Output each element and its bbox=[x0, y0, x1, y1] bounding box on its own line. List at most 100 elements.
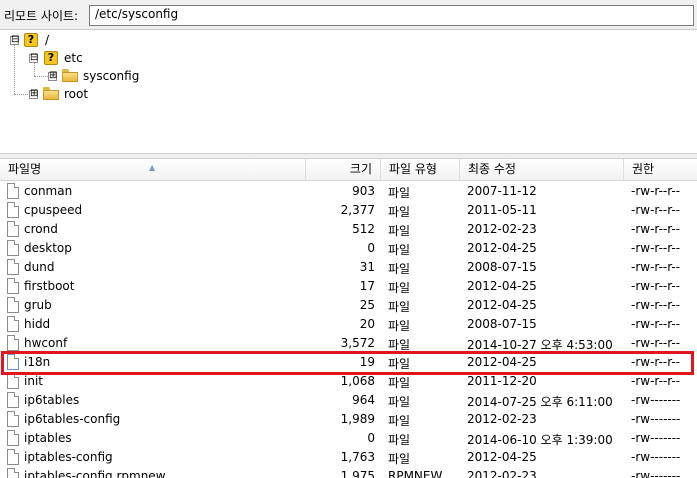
file-type: 파일 bbox=[388, 414, 411, 428]
file-permissions: -rw-r--r-- bbox=[631, 241, 681, 255]
file-modified: 2012-02-23 bbox=[467, 222, 537, 236]
file-permissions: -rw------- bbox=[631, 393, 681, 407]
tree-node-label: etc bbox=[64, 51, 83, 65]
file-permissions: -rw-r--r-- bbox=[631, 203, 681, 217]
collapse-icon[interactable]: ⊟ bbox=[10, 35, 19, 45]
file-row[interactable]: hidd 20 파일 2008-07-15 -rw-r--r-- bbox=[0, 315, 697, 334]
file-name: desktop bbox=[24, 241, 72, 255]
file-size: 3,572 bbox=[340, 336, 375, 350]
remote-path-input[interactable]: /etc/sysconfig bbox=[89, 5, 694, 26]
file-list-header: 파일명 ▲ 크기 파일 유형 최종 수정 권한 bbox=[0, 159, 697, 181]
file-size: 25 bbox=[359, 298, 375, 312]
collapse-icon[interactable]: ⊟ bbox=[29, 53, 38, 63]
file-icon bbox=[7, 202, 19, 218]
column-header-name[interactable]: 파일명 ▲ bbox=[0, 159, 306, 180]
file-size: 903 bbox=[352, 184, 375, 198]
file-row[interactable]: dund 31 파일 2008-07-15 -rw-r--r-- bbox=[0, 258, 697, 277]
file-permissions: -rw-r--r-- bbox=[631, 222, 681, 236]
column-header-permissions[interactable]: 권한 bbox=[624, 159, 697, 180]
file-name: grub bbox=[24, 298, 52, 312]
file-icon bbox=[7, 316, 19, 332]
file-permissions: -rw-r--r-- bbox=[631, 298, 681, 312]
file-type: 파일 bbox=[388, 300, 411, 314]
folder-icon bbox=[62, 69, 78, 82]
file-name: init bbox=[24, 374, 43, 388]
file-row[interactable]: desktop 0 파일 2012-04-25 -rw-r--r-- bbox=[0, 239, 697, 258]
file-icon bbox=[7, 335, 19, 351]
expand-icon[interactable]: ⊞ bbox=[29, 89, 38, 99]
file-row[interactable]: crond 512 파일 2012-02-23 -rw-r--r-- bbox=[0, 220, 697, 239]
file-modified: 2012-04-25 bbox=[467, 450, 537, 464]
file-row[interactable]: iptables-config 1,763 파일 2012-04-25 -rw-----… bbox=[0, 448, 697, 467]
file-name: cpuspeed bbox=[24, 203, 83, 217]
tree-node-root[interactable]: ⊞ root bbox=[0, 86, 120, 104]
file-icon bbox=[7, 373, 19, 389]
tree-node-root-slash[interactable]: ⊟ ? / bbox=[0, 32, 120, 50]
tree-node-sysconfig[interactable]: ⊞ sysconfig bbox=[0, 68, 150, 86]
file-permissions: -rw------- bbox=[631, 469, 681, 478]
file-modified: 2007-11-12 bbox=[467, 184, 537, 198]
file-permissions: -rw-r--r-- bbox=[631, 260, 681, 274]
file-icon bbox=[7, 468, 19, 478]
file-modified: 2008-07-15 bbox=[467, 317, 537, 331]
file-size: 964 bbox=[352, 393, 375, 407]
file-list: conman 903 파일 2007-11-12 -rw-r--r-- cpuspeed… bbox=[0, 181, 697, 478]
file-row[interactable]: ip6tables 964 파일 2014-07-25 오후 6:11:00 -rw--… bbox=[0, 391, 697, 410]
file-icon bbox=[7, 278, 19, 294]
file-name: crond bbox=[24, 222, 58, 236]
file-size: 0 bbox=[367, 431, 375, 445]
column-header-modified[interactable]: 최종 수정 bbox=[460, 159, 624, 180]
file-icon bbox=[7, 411, 19, 427]
file-permissions: -rw-r--r-- bbox=[631, 184, 681, 198]
file-permissions: -rw-r--r-- bbox=[631, 279, 681, 293]
file-size: 1,068 bbox=[340, 374, 375, 388]
remote-site-label: 리모트 사이트: bbox=[4, 9, 79, 23]
file-row[interactable]: iptables-config.rpmnew 1,975 RPMNEW 2012-02… bbox=[0, 467, 697, 478]
tree-node-etc[interactable]: ⊟ ? etc bbox=[0, 50, 120, 68]
file-row[interactable]: cpuspeed 2,377 파일 2011-05-11 -rw-r--r-- bbox=[0, 201, 697, 220]
file-name: ip6tables-config bbox=[24, 412, 121, 426]
file-row[interactable]: grub 25 파일 2012-04-25 -rw-r--r-- bbox=[0, 296, 697, 315]
sort-ascending-icon: ▲ bbox=[149, 163, 156, 172]
file-row[interactable]: iptables 0 파일 2014-06-10 오후 1:39:00 -rw-----… bbox=[0, 429, 697, 448]
unknown-folder-icon: ? bbox=[24, 33, 38, 47]
file-icon bbox=[7, 430, 19, 446]
column-header-size[interactable]: 크기 bbox=[306, 159, 381, 180]
file-size: 31 bbox=[359, 260, 375, 274]
file-permissions: -rw-r--r-- bbox=[631, 374, 681, 388]
file-name: ip6tables bbox=[24, 393, 80, 407]
file-icon bbox=[7, 392, 19, 408]
file-size: 0 bbox=[367, 241, 375, 255]
file-modified: 2011-05-11 bbox=[467, 203, 537, 217]
folder-icon bbox=[43, 87, 59, 100]
file-size: 1,989 bbox=[340, 412, 375, 426]
file-permissions: -rw-r--r-- bbox=[631, 336, 681, 350]
file-name: firstboot bbox=[24, 279, 75, 293]
expand-icon[interactable]: ⊞ bbox=[48, 71, 57, 81]
file-permissions: -rw------- bbox=[631, 431, 681, 445]
file-type: 파일 bbox=[388, 186, 411, 200]
file-icon bbox=[7, 259, 19, 275]
file-row[interactable]: firstboot 17 파일 2012-04-25 -rw-r--r-- bbox=[0, 277, 697, 296]
file-type: 파일 bbox=[388, 319, 411, 333]
file-type: 파일 bbox=[388, 433, 411, 447]
file-name: iptables bbox=[24, 431, 72, 445]
file-name: iptables-config.rpmnew bbox=[24, 469, 166, 478]
column-header-label: 크기 bbox=[349, 162, 372, 176]
file-row[interactable]: ip6tables-config 1,989 파일 2012-02-23 -rw----… bbox=[0, 410, 697, 429]
file-type: 파일 bbox=[388, 376, 411, 390]
file-icon bbox=[7, 240, 19, 256]
file-row[interactable]: conman 903 파일 2007-11-12 -rw-r--r-- bbox=[0, 182, 697, 201]
file-permissions: -rw-r--r-- bbox=[631, 317, 681, 331]
file-name: iptables-config bbox=[24, 450, 113, 464]
file-size: 2,377 bbox=[340, 203, 375, 217]
file-modified: 2012-04-25 bbox=[467, 279, 537, 293]
file-name: hwconf bbox=[24, 336, 68, 350]
column-header-type[interactable]: 파일 유형 bbox=[381, 159, 460, 180]
file-icon bbox=[7, 221, 19, 237]
column-header-label: 권한 bbox=[632, 162, 655, 176]
file-size: 17 bbox=[359, 279, 375, 293]
file-type: 파일 bbox=[388, 243, 411, 257]
file-modified: 2012-02-23 bbox=[467, 469, 537, 478]
column-header-label: 파일 유형 bbox=[389, 162, 437, 176]
